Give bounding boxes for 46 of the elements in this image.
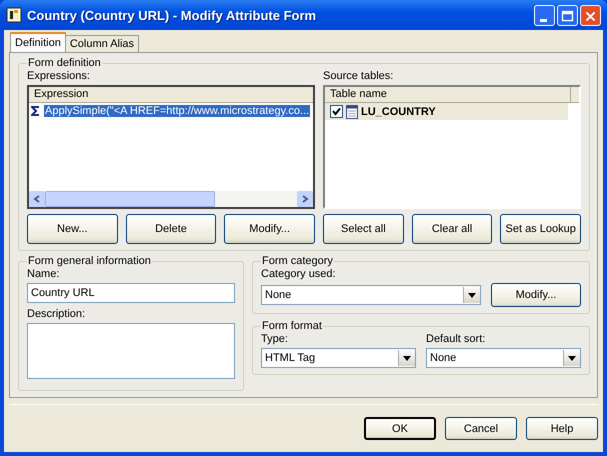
description-field[interactable] xyxy=(27,323,235,379)
name-field[interactable]: Country URL xyxy=(27,283,235,303)
dialog-button[interactable]: Help xyxy=(526,417,598,440)
app-icon xyxy=(6,7,22,23)
scroll-right-icon[interactable] xyxy=(297,191,313,207)
dialog-button[interactable]: Cancel xyxy=(445,417,517,440)
table-button[interactable]: Select all xyxy=(323,214,404,244)
modify-button[interactable]: Modify... xyxy=(491,283,581,307)
default-sort-label: Default sort: xyxy=(426,333,486,345)
minimize-button[interactable] xyxy=(534,4,555,26)
maximize-button[interactable] xyxy=(557,4,578,26)
horizontal-scrollbar[interactable] xyxy=(29,191,313,207)
description-label: Description: xyxy=(27,308,86,320)
checkbox[interactable] xyxy=(330,105,343,118)
group-title: Form category xyxy=(261,255,334,267)
table-icon xyxy=(346,104,358,118)
scroll-thumb[interactable] xyxy=(45,191,215,207)
expression-item[interactable]: ApplySimple("<A HREF=http://www.microstrategy.co... xyxy=(44,105,310,117)
expression-button[interactable]: Modify... xyxy=(224,214,316,244)
tab[interactable]: Column Alias xyxy=(64,35,140,52)
expressions-label: Expressions: xyxy=(27,70,91,82)
scroll-left-icon[interactable] xyxy=(29,191,45,207)
type-dropdown[interactable]: HTML Tag xyxy=(261,348,416,368)
table-button[interactable]: Set as Lookup xyxy=(500,214,582,244)
expression-button[interactable]: Delete xyxy=(126,214,216,244)
group-title: Form format xyxy=(261,320,323,332)
window-title: Country (Country URL) - Modify Attribute Form xyxy=(27,8,318,22)
category-label: Category used: xyxy=(261,268,337,280)
group-title: Form definition xyxy=(27,57,102,69)
close-button[interactable] xyxy=(580,4,601,26)
source-tables-label: Source tables: xyxy=(323,70,394,82)
column-header[interactable]: Expression xyxy=(29,87,313,103)
minimize-icon xyxy=(540,18,547,22)
table-button[interactable]: Clear all xyxy=(412,214,492,244)
dialog-button[interactable]: OK xyxy=(364,417,436,440)
source-tables-list[interactable]: Table name LU_COUNTRY xyxy=(323,85,581,209)
expressions-list[interactable]: Expression ApplySimple("<A HREF=http://www.microstrategy.co... xyxy=(27,85,315,209)
name-label: Name: xyxy=(27,268,60,280)
group-title: Form general information xyxy=(27,255,152,267)
category-dropdown[interactable]: None xyxy=(261,285,481,305)
table-row[interactable]: LU_COUNTRY xyxy=(325,103,568,120)
expression-button[interactable]: New... xyxy=(27,214,118,244)
table-name: LU_COUNTRY xyxy=(361,106,436,118)
tab[interactable]: Definition xyxy=(10,32,66,52)
type-label: Type: xyxy=(261,333,289,345)
sort-dropdown[interactable]: None xyxy=(426,348,581,368)
